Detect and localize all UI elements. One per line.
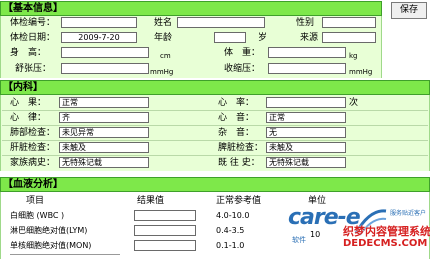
blood-ref-value: 4.0-10.0 [216, 211, 250, 220]
internal-left-label: 家族病史： [10, 158, 56, 168]
internal-right-label: 杂 音： [218, 128, 255, 138]
internal-left-label: 肝脏检查： [10, 143, 56, 153]
height-label: 身 高： [10, 48, 47, 58]
systolic-unit: mmHg [349, 68, 373, 76]
age-unit: 岁 [258, 33, 268, 43]
save-button[interactable]: 保存 [391, 2, 427, 19]
internal-right-field[interactable]: 无 [266, 127, 346, 138]
internal-left-field[interactable]: 无特殊记载 [59, 157, 149, 168]
exam-date-label: 体检日期： [10, 33, 56, 43]
internal-right-unit: 次 [349, 98, 359, 108]
blood-item-label: 白细胞 (WBC ) [10, 211, 65, 220]
internal-right-field[interactable]: 正常 [266, 112, 346, 123]
blood-ref-value: 0.4-3.5 [216, 226, 245, 235]
blood-result-field[interactable] [134, 240, 196, 251]
blood-col-ref: 正常参考值 [216, 196, 262, 206]
care-tagline: 服务贴近客户 [390, 210, 427, 217]
exam-no-label: 体检编号： [10, 18, 56, 28]
internal-left-label: 肺部检查： [10, 128, 56, 138]
diastolic-field[interactable] [61, 63, 149, 74]
internal-row-divider [2, 155, 428, 156]
internal-left-field[interactable]: 未触及 [59, 142, 149, 153]
blood-col-item: 项目 [26, 196, 45, 206]
blood-result-field[interactable] [134, 210, 196, 221]
internal-right-field[interactable] [266, 97, 346, 108]
internal-left-label: 心 律： [10, 113, 47, 123]
age-box[interactable] [214, 32, 246, 43]
internal-left-field[interactable]: 正常 [59, 97, 149, 108]
care-soft-text: 软件 [292, 236, 306, 244]
weight-label: 体 重： [224, 48, 261, 58]
blood-header: 【血液分析】 [0, 177, 430, 192]
systolic-field[interactable] [268, 63, 346, 74]
internal-row-divider [2, 110, 428, 111]
internal-row-divider [2, 140, 428, 141]
internal-right-field[interactable]: 未触及 [266, 142, 346, 153]
sex-field[interactable] [322, 17, 376, 28]
source-field[interactable] [322, 32, 376, 43]
height-unit: cm [160, 52, 171, 60]
blood-item-label: 淋巴细胞绝对值(LYM) [10, 226, 88, 235]
blood-ref-value: 0.1-1.0 [216, 241, 245, 250]
age-label: 年龄 [154, 33, 173, 43]
exam-date-field[interactable]: 2009-7-20 [61, 32, 137, 43]
exam-no-field[interactable] [61, 17, 137, 28]
sex-label: 性别 [296, 18, 315, 28]
internal-right-field[interactable]: 无特殊记载 [266, 157, 346, 168]
internal-right-label: 既 往 史： [218, 158, 260, 168]
source-label: 来源 [300, 33, 319, 43]
internal-right-label: 脾脏检查： [218, 143, 264, 153]
internal-row-divider [2, 125, 428, 126]
name-label: 姓名 [154, 18, 173, 28]
internal-right-label: 心 率： [218, 98, 255, 108]
internal-left-label: 心 果： [10, 98, 47, 108]
watermark-site-cn: 织梦内容管理系统 [343, 225, 430, 238]
blood-col-result: 结果值 [137, 196, 165, 206]
blood-result-field[interactable] [134, 225, 196, 236]
internal-left-field[interactable]: 齐 [59, 112, 149, 123]
weight-unit: kg [349, 52, 358, 60]
height-field[interactable] [61, 47, 149, 58]
diastolic-unit: mmHg [150, 68, 174, 76]
internal-header: 【内科】 [0, 80, 430, 95]
internal-left-field[interactable]: 未见异常 [59, 127, 149, 138]
systolic-label: 收缩压： [224, 64, 261, 74]
basic-info-header: 【基本信息】 [0, 1, 382, 16]
blood-item-label: 单核细胞绝对值(MON) [10, 241, 92, 250]
internal-right-label: 心 音： [218, 113, 255, 123]
name-field[interactable] [177, 17, 265, 28]
watermark-site-en: DEDECMS.COM [343, 238, 428, 249]
blood-row-partial [10, 254, 120, 260]
age-field[interactable] [188, 32, 214, 43]
diastolic-label: 舒张压： [15, 64, 52, 74]
weight-field[interactable] [268, 47, 346, 58]
